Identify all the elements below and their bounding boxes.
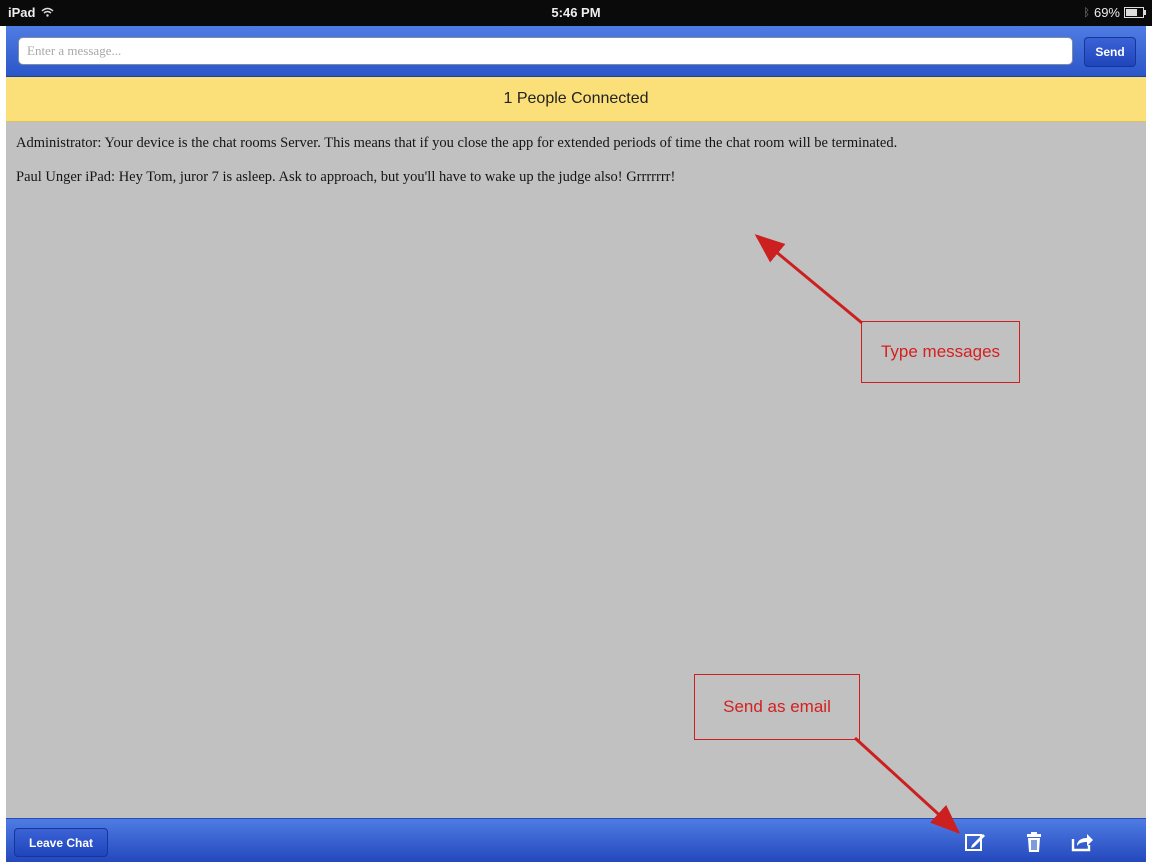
annotation-send-as-email: Send as email xyxy=(694,674,860,740)
message-toolbar: Send xyxy=(6,26,1146,77)
message-input[interactable] xyxy=(18,37,1073,65)
leave-chat-button[interactable]: Leave Chat xyxy=(14,828,108,857)
annotation-type-messages: Type messages xyxy=(861,321,1020,383)
send-button[interactable]: Send xyxy=(1084,37,1136,67)
status-left: iPad xyxy=(8,5,54,20)
trash-icon[interactable] xyxy=(1019,828,1049,855)
connected-banner: 1 People Connected xyxy=(6,77,1146,122)
chat-message: Paul Unger iPad: Hey Tom, juror 7 is asl… xyxy=(16,169,676,185)
battery-icon xyxy=(1124,7,1146,18)
status-bar: iPad 5:46 PM ᛒ 69% xyxy=(0,0,1152,26)
chat-log[interactable]: Administrator: Your device is the chat r… xyxy=(6,122,1146,818)
compose-icon[interactable] xyxy=(960,828,990,855)
chat-message: Administrator: Your device is the chat r… xyxy=(16,135,898,151)
battery-percent: 69% xyxy=(1093,5,1120,20)
share-icon[interactable] xyxy=(1068,828,1098,855)
device-name: iPad xyxy=(8,5,36,20)
bluetooth-icon: ᛒ xyxy=(1083,6,1090,19)
bottom-toolbar: Leave Chat xyxy=(6,818,1146,862)
status-right: ᛒ 69% xyxy=(1083,5,1146,20)
status-time: 5:46 PM xyxy=(551,5,601,20)
wifi-icon xyxy=(41,5,54,20)
